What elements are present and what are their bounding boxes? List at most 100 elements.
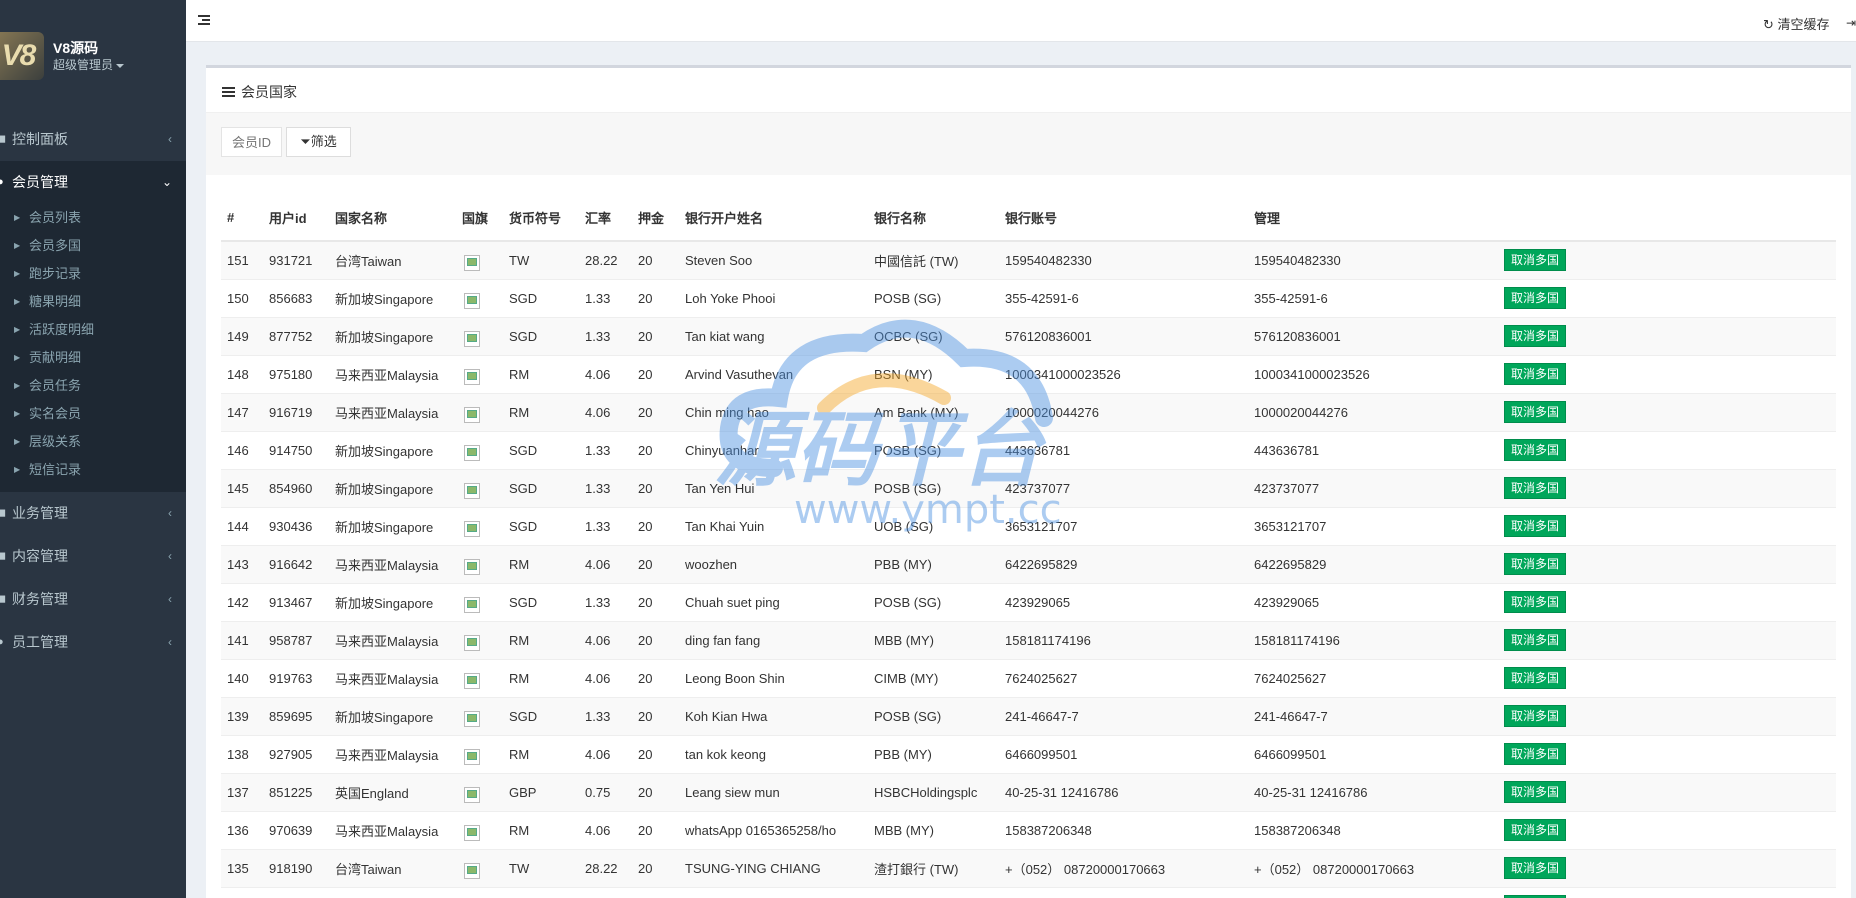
col-header[interactable]: 汇率 bbox=[579, 195, 632, 242]
flag-cell bbox=[456, 355, 503, 394]
sidebar-item-content[interactable]: ◼ 内容管理 ‹ bbox=[0, 535, 186, 578]
sidebar-item-dashboard[interactable]: ◼ 控制面板 ‹ bbox=[0, 118, 186, 161]
member-id-input[interactable] bbox=[221, 127, 282, 157]
flag-cell bbox=[456, 545, 503, 584]
cancel-multi-country-button[interactable]: 取消多国 bbox=[1504, 819, 1567, 841]
cell-rate: 1.33 bbox=[579, 279, 632, 318]
logout-button[interactable]: ⇥退 bbox=[1846, 14, 1856, 31]
col-header[interactable]: 用户id bbox=[263, 195, 329, 242]
cell-holder: Arvind Vasuthevan bbox=[679, 355, 868, 394]
action-cell: 取消多国 bbox=[1498, 697, 1836, 736]
cell-currency: SGD bbox=[503, 887, 579, 898]
cell-bank: HSBCHoldingsplc bbox=[868, 773, 999, 812]
cancel-multi-country-button[interactable]: 取消多国 bbox=[1504, 515, 1567, 537]
filter-button[interactable]: ⏷筛选 bbox=[286, 127, 351, 157]
caret-right-icon: ▶ bbox=[14, 381, 21, 390]
cell-account: 241-46647-7 bbox=[999, 697, 1248, 736]
cancel-multi-country-button[interactable]: 取消多国 bbox=[1504, 857, 1567, 879]
cell-currency: GBP bbox=[503, 773, 579, 812]
sidebar-item-business[interactable]: ◼ 业务管理 ‹ bbox=[0, 492, 186, 535]
briefcase-icon: ◼ bbox=[0, 507, 7, 519]
cell-account: 40-25-31 12416786 bbox=[999, 773, 1248, 812]
cell-manage: 3653121707 bbox=[1248, 507, 1498, 546]
staff-icon: ● bbox=[0, 636, 4, 648]
col-header[interactable]: 银行开户姓名 bbox=[679, 195, 868, 242]
submenu-item[interactable]: ▶ 会员任务 bbox=[0, 372, 186, 400]
table-header-row: # 用户id 国家名称 国旗 货币符号 汇率 押金 银行开户姓名 银行名称 银行… bbox=[221, 195, 1836, 242]
cancel-multi-country-button[interactable]: 取消多国 bbox=[1504, 325, 1567, 347]
col-header[interactable]: 银行名称 bbox=[868, 195, 999, 242]
user-role-dropdown[interactable]: 超级管理员 bbox=[53, 56, 125, 73]
cell-holder: Chin ming hao bbox=[679, 393, 868, 432]
submenu-label: 跑步记录 bbox=[29, 266, 82, 281]
submenu-item[interactable]: ▶ 实名会员 bbox=[0, 400, 186, 428]
cell-holder: ding fan fang bbox=[679, 621, 868, 660]
cancel-multi-country-button[interactable]: 取消多国 bbox=[1504, 477, 1567, 499]
cell-no: 145 bbox=[221, 469, 263, 508]
sidebar-item-staff[interactable]: ● 员工管理 ‹ bbox=[0, 621, 186, 664]
page-title-text: 会员国家 bbox=[241, 84, 297, 100]
submenu-item[interactable]: ▶ 跑步记录 bbox=[0, 260, 186, 288]
cell-deposit: 20 bbox=[632, 545, 679, 584]
cell-account: 355-42591-6 bbox=[999, 279, 1248, 318]
members-submenu: ▶ 会员列表 ▶ 会员多国 ▶ 跑步记录 ▶ 糖果明细 ▶ 活跃度明细 ▶ 贡献明细 ▶ 会员… bbox=[0, 204, 186, 492]
col-header[interactable]: # bbox=[221, 195, 263, 242]
col-header[interactable]: 货币符号 bbox=[503, 195, 579, 242]
cancel-multi-country-button[interactable]: 取消多国 bbox=[1504, 439, 1567, 461]
cell-rate: 1.33 bbox=[579, 697, 632, 736]
cancel-multi-country-button[interactable]: 取消多国 bbox=[1504, 363, 1567, 385]
cancel-multi-country-button[interactable]: 取消多国 bbox=[1504, 591, 1567, 613]
col-header[interactable]: 押金 bbox=[632, 195, 679, 242]
submenu-item[interactable]: ▶ 糖果明细 bbox=[0, 288, 186, 316]
cell-account: 158181174196 bbox=[999, 621, 1248, 660]
cancel-multi-country-button[interactable]: 取消多国 bbox=[1504, 781, 1567, 803]
cell-country: 新加坡Singapore bbox=[329, 279, 456, 318]
cell-uid: 914750 bbox=[263, 431, 329, 470]
clear-cache-button[interactable]: ↻ 清空缓存 bbox=[1763, 14, 1830, 33]
cell-deposit: 20 bbox=[632, 811, 679, 850]
sidebar-item-members[interactable]: ● 会员管理 ⌄ bbox=[0, 161, 186, 204]
cell-bank: MBB (MY) bbox=[868, 621, 999, 660]
cancel-multi-country-button[interactable]: 取消多国 bbox=[1504, 667, 1567, 689]
action-cell: 取消多国 bbox=[1498, 735, 1836, 774]
cell-deposit: 20 bbox=[632, 659, 679, 698]
cancel-multi-country-button[interactable]: 取消多国 bbox=[1504, 287, 1567, 309]
action-cell: 取消多国 bbox=[1498, 621, 1836, 660]
submenu-item[interactable]: ▶ 层级关系 bbox=[0, 428, 186, 456]
cell-uid: 918190 bbox=[263, 849, 329, 888]
sidebar-item-label: 员工管理 bbox=[12, 634, 68, 650]
submenu-item[interactable]: ▶ 会员多国 bbox=[0, 232, 186, 260]
cell-manage: 423737077 bbox=[1248, 469, 1498, 508]
col-header[interactable]: 管理 bbox=[1248, 195, 1498, 242]
cell-manage: 40-25-31 12416786 bbox=[1248, 773, 1498, 812]
cell-bank: POSB (SG) bbox=[868, 431, 999, 470]
cell-uid: 945975 bbox=[263, 887, 329, 898]
cell-currency: RM bbox=[503, 621, 579, 660]
col-header[interactable]: 国家名称 bbox=[329, 195, 456, 242]
sidebar-toggle-icon[interactable] bbox=[198, 13, 212, 27]
sidebar-item-finance[interactable]: ◼ 财务管理 ‹ bbox=[0, 578, 186, 621]
member-country-table: # 用户id 国家名称 国旗 货币符号 汇率 押金 银行开户姓名 银行名称 银行… bbox=[221, 195, 1836, 898]
cancel-multi-country-button[interactable]: 取消多国 bbox=[1504, 743, 1567, 765]
dashboard-icon: ◼ bbox=[0, 133, 7, 145]
cell-manage: 1000020044276 bbox=[1248, 393, 1498, 432]
flag-image-icon bbox=[464, 862, 480, 879]
cancel-multi-country-button[interactable]: 取消多国 bbox=[1504, 629, 1567, 651]
cell-country: 新加坡Singapore bbox=[329, 469, 456, 508]
submenu-item[interactable]: ▶ 会员列表 bbox=[0, 204, 186, 232]
table-row: 148 975180 马来西亚Malaysia RM 4.06 20 Arvind Vasu… bbox=[221, 355, 1836, 394]
cell-bank: POSB (SG) bbox=[868, 583, 999, 622]
submenu-item[interactable]: ▶ 短信记录 bbox=[0, 456, 186, 484]
cancel-multi-country-button[interactable]: 取消多国 bbox=[1504, 705, 1567, 727]
cancel-multi-country-button[interactable]: 取消多国 bbox=[1504, 249, 1567, 272]
cell-rate: 0.75 bbox=[579, 773, 632, 812]
submenu-item[interactable]: ▶ 活跃度明细 bbox=[0, 316, 186, 344]
col-header[interactable]: 国旗 bbox=[456, 195, 503, 242]
col-header[interactable]: 银行账号 bbox=[999, 195, 1248, 242]
caret-right-icon: ▶ bbox=[14, 241, 21, 250]
submenu-item[interactable]: ▶ 贡献明细 bbox=[0, 344, 186, 372]
cancel-multi-country-button[interactable]: 取消多国 bbox=[1504, 401, 1567, 423]
cell-uid: 975180 bbox=[263, 355, 329, 394]
cancel-multi-country-button[interactable]: 取消多国 bbox=[1504, 553, 1567, 575]
cell-deposit: 20 bbox=[632, 393, 679, 432]
